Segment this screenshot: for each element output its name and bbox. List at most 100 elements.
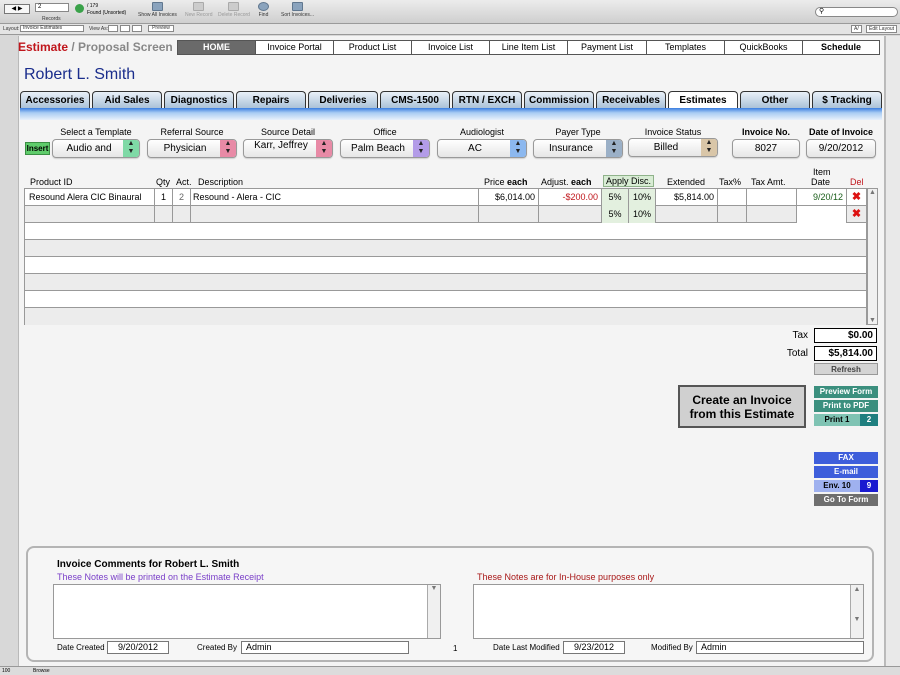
portal-scrollbar[interactable]: ▲ ▼ <box>867 188 878 325</box>
tab-deliveries[interactable]: Deliveries <box>308 91 378 109</box>
audiologist-select[interactable]: AC ▲ ▼ <box>437 139 527 158</box>
tab-cms-1500[interactable]: CMS-1500 <box>380 91 450 109</box>
delete-icon[interactable]: ✖ <box>847 206 866 223</box>
aa-button[interactable]: A/ <box>851 25 862 33</box>
record-number-field[interactable]: 2 <box>35 3 69 12</box>
nav-quickbooks[interactable]: QuickBooks <box>725 40 803 55</box>
tab-rtn-exch[interactable]: RTN / EXCH <box>452 91 522 109</box>
invoice-status-select[interactable]: Billed ▲ ▼ <box>628 138 718 157</box>
nav-invoice-list[interactable]: Invoice List <box>412 40 490 55</box>
refresh-button[interactable]: Refresh <box>814 363 878 375</box>
disc-5-button[interactable]: 5% <box>602 206 629 223</box>
adjust-cell[interactable] <box>539 206 602 223</box>
zoom-level[interactable]: 100 <box>2 668 10 674</box>
nav-line-item-list[interactable]: Line Item List <box>490 40 568 55</box>
description-cell[interactable]: Resound - Alera - CIC <box>191 189 479 206</box>
view-form-button[interactable] <box>108 25 118 32</box>
window-scrollbar[interactable] <box>885 36 900 666</box>
product-id-cell[interactable] <box>25 206 155 223</box>
show-all-button[interactable]: Show All Invoices <box>138 2 177 18</box>
source-detail-select[interactable]: Karr, Jeffrey ▲ ▼ <box>243 139 333 158</box>
price-cell[interactable]: $6,014.00 <box>479 189 539 206</box>
item-date-cell[interactable]: 9/20/12 <box>797 189 847 206</box>
modified-by-field[interactable]: Admin <box>696 641 864 654</box>
tax-pct-cell[interactable] <box>718 189 747 206</box>
toolbar-search-input[interactable]: ⚲ <box>815 7 898 17</box>
date-created-field[interactable]: 9/20/2012 <box>107 641 169 654</box>
view-as-label: View As: <box>89 26 109 32</box>
env-10-button[interactable]: Env. 10 <box>814 480 860 492</box>
delete-record-button[interactable]: Delete Record <box>218 2 250 18</box>
tab-accessories[interactable]: Accessories <box>20 91 90 109</box>
tab-receivables[interactable]: Receivables <box>596 91 666 109</box>
template-select[interactable]: Audio and ▲ ▼ <box>52 139 140 158</box>
created-by-field[interactable]: Admin <box>241 641 409 654</box>
referral-select[interactable]: Physician ▲ ▼ <box>147 139 237 158</box>
nav-product-list[interactable]: Product List <box>334 40 412 55</box>
disc-10-button[interactable]: 10% <box>629 189 656 206</box>
tax-amt-cell[interactable] <box>747 206 797 223</box>
tab-other[interactable]: Other <box>740 91 810 109</box>
extended-cell[interactable]: $5,814.00 <box>656 189 718 206</box>
office-value: Palm Beach <box>351 143 405 154</box>
office-select[interactable]: Palm Beach ▲ ▼ <box>340 139 430 158</box>
create-invoice-button[interactable]: Create an Invoice from this Estimate <box>678 385 806 428</box>
find-button[interactable]: Find <box>258 2 269 18</box>
fax-button[interactable]: FAX <box>814 452 878 464</box>
nav-schedule[interactable]: Schedule <box>803 40 880 55</box>
view-table-button[interactable] <box>132 25 142 32</box>
new-record-button[interactable]: New Record <box>185 2 213 18</box>
template-value: Audio and <box>66 143 112 154</box>
insert-button[interactable]: Insert <box>25 142 50 155</box>
preview-button[interactable]: Preview <box>148 25 174 32</box>
print-to-pdf-button[interactable]: Print to PDF <box>814 400 878 412</box>
item-date-cell[interactable] <box>797 206 847 223</box>
tax-pct-cell[interactable] <box>718 206 747 223</box>
col-apply-disc: Apply Disc. <box>603 175 655 187</box>
qty-cell[interactable]: 1 <box>155 189 173 206</box>
act-cell[interactable]: 2 <box>173 189 191 206</box>
print-1-button[interactable]: Print 1 <box>814 414 860 426</box>
date-modified-label: Date Last Modified <box>493 643 560 652</box>
description-cell[interactable] <box>191 206 479 223</box>
invoice-date-field[interactable]: 9/20/2012 <box>806 139 876 158</box>
notes-scrollbar[interactable]: ▼ <box>427 585 440 638</box>
invoice-date-label: Date of Invoice <box>808 127 873 137</box>
product-id-cell[interactable]: Resound Alera CIC Binaural <box>25 189 155 206</box>
notes-scrollbar[interactable]: ▲ ▼ <box>850 585 863 638</box>
nav-payment-list[interactable]: Payment List <box>568 40 647 55</box>
extended-cell[interactable] <box>656 206 718 223</box>
sort-button[interactable]: Sort Invoices... <box>281 2 314 18</box>
tax-amt-cell[interactable] <box>747 189 797 206</box>
tab-aid-sales[interactable]: Aid Sales <box>92 91 162 109</box>
go-to-form-button[interactable]: Go To Form <box>814 494 878 506</box>
invoice-no-field[interactable]: 8027 <box>732 139 800 158</box>
mode-select[interactable]: Browse <box>33 668 50 674</box>
edit-layout-button[interactable]: Edit Layout <box>866 25 898 33</box>
tab-estimates[interactable]: Estimates <box>668 91 738 109</box>
record-nav-arrows[interactable]: ◀ ▶ <box>4 4 30 14</box>
view-list-button[interactable] <box>120 25 130 32</box>
preview-form-button[interactable]: Preview Form <box>814 386 878 398</box>
delete-icon[interactable]: ✖ <box>847 189 866 206</box>
disc-10-button[interactable]: 10% <box>629 206 656 223</box>
receipt-notes-textarea[interactable]: ▼ <box>53 584 441 639</box>
payer-type-select[interactable]: Insurance ▲ ▼ <box>533 139 623 158</box>
record-progress-icon <box>75 4 84 13</box>
disc-5-button[interactable]: 5% <box>602 189 629 206</box>
tab-commission[interactable]: Commission <box>524 91 594 109</box>
act-cell[interactable] <box>173 206 191 223</box>
nav-templates[interactable]: Templates <box>647 40 725 55</box>
date-modified-field[interactable]: 9/23/2012 <box>563 641 625 654</box>
nav-invoice-portal[interactable]: Invoice Portal <box>256 40 334 55</box>
tab-repairs[interactable]: Repairs <box>236 91 306 109</box>
inhouse-notes-textarea[interactable]: ▲ ▼ <box>473 584 864 639</box>
tab-diagnostics[interactable]: Diagnostics <box>164 91 234 109</box>
adjust-cell[interactable]: -$200.00 <box>539 189 602 206</box>
price-cell[interactable] <box>479 206 539 223</box>
email-button[interactable]: E-mail <box>814 466 878 478</box>
tab-tracking[interactable]: $ Tracking <box>812 91 882 109</box>
layout-select[interactable]: Invoice Estimates <box>20 25 84 32</box>
qty-cell[interactable] <box>155 206 173 223</box>
nav-home[interactable]: HOME <box>177 40 256 55</box>
